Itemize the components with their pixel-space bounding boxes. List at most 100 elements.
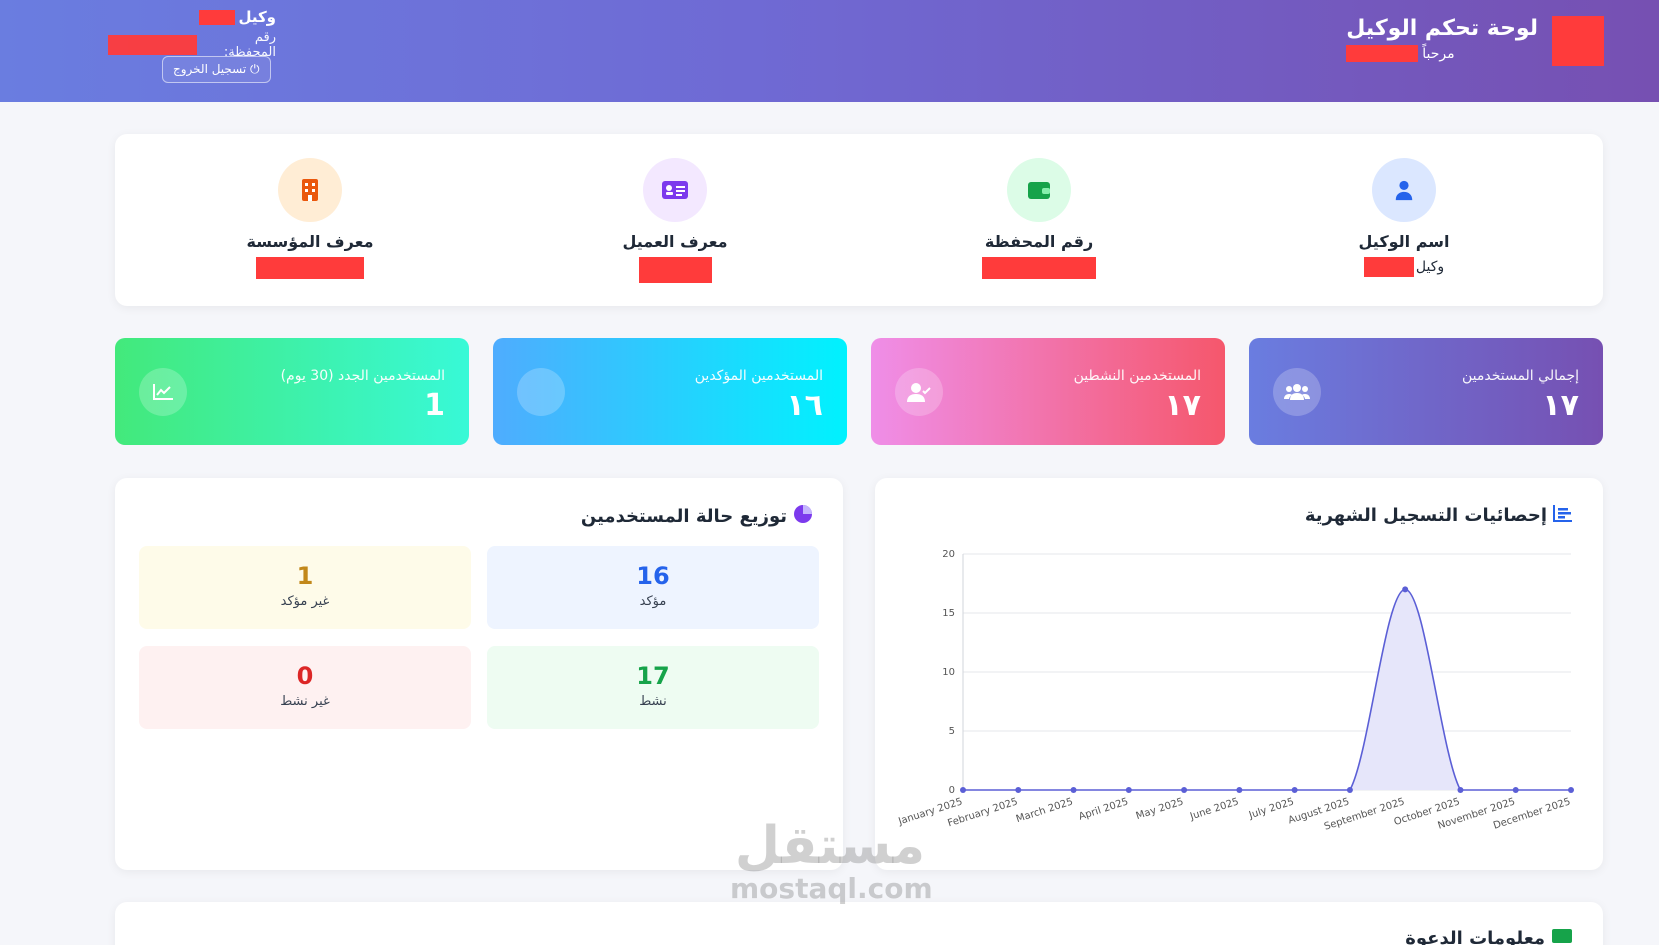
building-icon xyxy=(278,158,342,222)
data-point xyxy=(1346,787,1353,793)
org-id-label: معرف المؤسسة xyxy=(246,232,374,251)
data-point xyxy=(1457,787,1464,793)
pie-chart-icon xyxy=(793,504,813,529)
logout-label: تسجيل الخروج xyxy=(173,62,247,76)
trend-chart-icon xyxy=(139,368,187,416)
users-icon xyxy=(1273,368,1321,416)
data-point xyxy=(1512,787,1519,793)
status-unconfirmed-value: 1 xyxy=(296,562,314,590)
status-unconfirmed: 1 غير مؤكد xyxy=(139,546,471,629)
user-icon xyxy=(1372,158,1436,222)
agent-summary: وكيل رقم المحفظة: ⏻ تسجيل الخروج xyxy=(108,8,276,83)
y-tick-labels: 0 5 10 15 20 xyxy=(942,549,955,796)
registrations-chart: 0 5 10 15 20 January 2025February 2025March … xyxy=(896,549,1574,833)
welcome-label: مرحباً xyxy=(1422,45,1455,62)
status-active-value: 17 xyxy=(636,662,670,690)
status-active: 17 نشط xyxy=(487,646,819,729)
wallet-redacted xyxy=(108,35,198,55)
status-confirmed-value: 16 xyxy=(636,562,670,590)
x-tick-labels: January 2025February 2025March 2025 April… xyxy=(896,796,1572,832)
agent-name-redacted-value xyxy=(1363,257,1414,277)
y-tick-label: 5 xyxy=(949,726,955,737)
data-point xyxy=(960,787,966,793)
wallet-icon xyxy=(1007,158,1071,222)
wallet-label-card: رقم المحفظة xyxy=(984,232,1094,251)
data-point xyxy=(1181,787,1188,793)
watermark-ar: مستقل xyxy=(734,816,926,876)
chart-grid xyxy=(962,553,1571,791)
y-tick-label: 10 xyxy=(942,667,955,678)
client-id-value xyxy=(585,257,765,283)
status-confirmed-label: مؤكد xyxy=(639,594,667,609)
data-point xyxy=(1015,787,1022,793)
status-inactive-label: غير نشط xyxy=(280,694,330,709)
stat-new-label: المستخدمين الجدد (30 يوم) xyxy=(280,368,445,384)
x-tick-label: April 2025 xyxy=(1077,796,1129,822)
wallet-value xyxy=(949,257,1129,279)
agent-name-line: وكيل xyxy=(108,8,276,26)
id-card-icon xyxy=(643,158,707,222)
stat-total-users: إجمالي المستخدمين ١٧ xyxy=(1249,338,1603,445)
status-unconfirmed-label: غير مؤكد xyxy=(280,594,330,609)
invite-info-card: معلومات الدعوة xyxy=(115,902,1603,945)
series-area xyxy=(963,589,1571,790)
wallet-value-redacted xyxy=(982,257,1096,279)
client-id-label: معرف العميل xyxy=(622,232,728,251)
x-tick-label: May 2025 xyxy=(1135,796,1185,822)
agent-name-value: وكيل xyxy=(1314,257,1494,277)
agent-name-label: اسم الوكيل xyxy=(1358,232,1450,251)
status-active-label: نشط xyxy=(639,694,667,709)
stat-confirmed-users: المستخدمين المؤكدين ١٦ xyxy=(493,338,847,445)
stat-confirmed-label: المستخدمين المؤكدين xyxy=(694,368,823,384)
status-confirmed: 16 مؤكد xyxy=(487,546,819,629)
y-tick-label: 15 xyxy=(942,608,955,619)
logout-button[interactable]: ⏻ تسجيل الخروج xyxy=(162,56,271,83)
stat-active-label: المستخدمين النشطين xyxy=(1073,368,1201,384)
y-tick-label: 20 xyxy=(942,549,955,560)
stat-new-users: المستخدمين الجدد (30 يوم) 1 xyxy=(115,338,469,445)
status-distribution-panel: توزيع حالة المستخدمين 16 مؤكد 1 غير مؤكد… xyxy=(115,478,843,870)
invite-info-title-text: معلومات الدعوة xyxy=(1405,928,1545,945)
agent-name-redacted xyxy=(199,9,236,25)
stat-active-value: ١٧ xyxy=(1164,388,1201,423)
data-point xyxy=(1070,787,1077,793)
data-point xyxy=(1291,787,1298,793)
status-inactive-value: 0 xyxy=(296,662,314,690)
y-tick-label: 0 xyxy=(949,785,955,796)
monthly-registrations-panel: إحصائيات التسجيل الشهرية 0 5 10 15 20 Januar… xyxy=(875,478,1603,870)
welcome-line: مرحباً xyxy=(1346,45,1538,62)
brand: لوحة تحكم الوكيل مرحباً xyxy=(1346,16,1604,66)
badge-icon xyxy=(517,368,565,416)
series-line xyxy=(962,588,1571,791)
agent-prefix: وكيل xyxy=(238,8,276,26)
org-id-value xyxy=(220,257,400,279)
username-redacted xyxy=(1346,45,1419,62)
data-point xyxy=(1236,787,1243,793)
stat-total-value: ١٧ xyxy=(1542,388,1579,423)
data-point xyxy=(1125,787,1132,793)
data-point xyxy=(1568,787,1574,793)
stat-total-label: إجمالي المستخدمين xyxy=(1461,368,1579,384)
info-wallet: رقم المحفظة xyxy=(949,158,1129,279)
logo-redacted xyxy=(1552,16,1604,66)
watermark: مستقل mostaql.com xyxy=(730,816,933,905)
stat-confirmed-value: ١٦ xyxy=(786,388,823,423)
info-org-id: معرف المؤسسة xyxy=(220,158,400,279)
agent-info-card: اسم الوكيل وكيل رقم المحفظة معرف العميل … xyxy=(115,134,1603,306)
data-point xyxy=(1402,586,1409,593)
power-icon: ⏻ xyxy=(250,62,260,76)
top-header: لوحة تحكم الوكيل مرحباً وكيل رقم المحفظة… xyxy=(0,0,1659,102)
watermark-en: mostaql.com xyxy=(730,872,933,905)
client-id-redacted xyxy=(638,257,712,283)
x-tick-label: March 2025 xyxy=(1015,796,1075,825)
status-panel-title-text: توزيع حالة المستخدمين xyxy=(580,506,787,527)
status-panel-title: توزيع حالة المستخدمين xyxy=(581,504,813,529)
user-check-icon xyxy=(895,368,943,416)
page-title: لوحة تحكم الوكيل xyxy=(1346,16,1538,41)
agent-name-sub: وكيل xyxy=(1415,259,1445,275)
stat-new-value: 1 xyxy=(424,388,445,423)
status-inactive: 0 غير نشط xyxy=(139,646,471,729)
org-id-redacted xyxy=(256,257,364,279)
ticket-icon xyxy=(1551,928,1573,945)
invite-info-title: معلومات الدعوة xyxy=(1405,928,1573,945)
